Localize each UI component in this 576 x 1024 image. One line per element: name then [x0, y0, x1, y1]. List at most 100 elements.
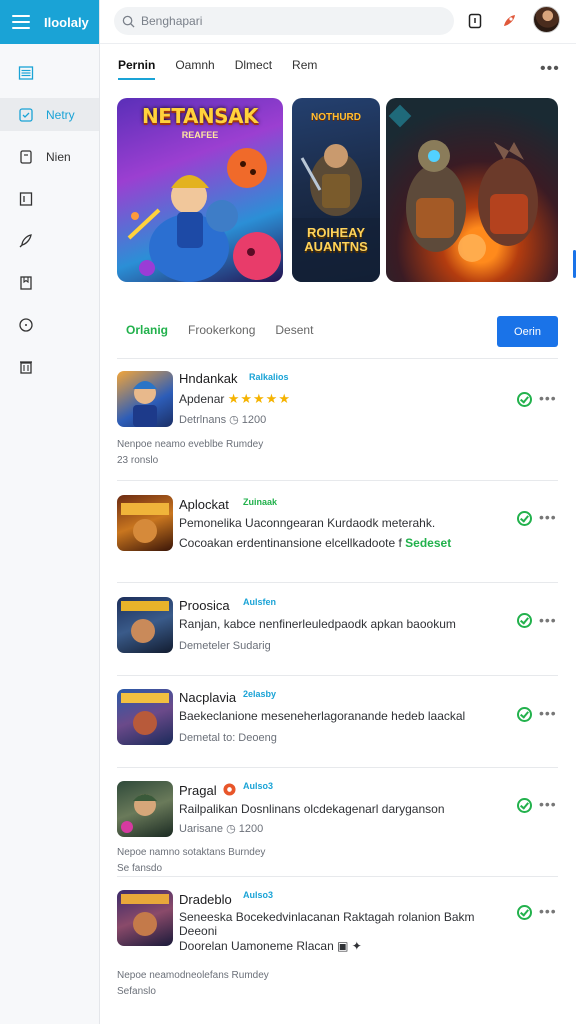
- more-options-icon[interactable]: •••: [539, 796, 557, 812]
- item-title: Nacplavia: [179, 690, 237, 705]
- sidebar-item-bookmark[interactable]: [0, 266, 99, 299]
- app-thumbnail: [117, 495, 173, 551]
- sidebar-item-list[interactable]: [0, 56, 99, 89]
- check-circle-icon[interactable]: [517, 392, 532, 407]
- sidebar-item-rocket[interactable]: [0, 224, 99, 257]
- trash-icon: [20, 360, 32, 374]
- top-bar: Benghapari: [100, 0, 576, 44]
- item-tag: Aulsfen: [243, 597, 277, 607]
- sidebar-item-nien[interactable]: Nien: [0, 140, 99, 173]
- check-circle-icon[interactable]: [517, 905, 532, 920]
- notification-icon[interactable]: [466, 12, 484, 30]
- item-title: Hndankak: [179, 371, 238, 386]
- featured-banner-2[interactable]: NOTHURD ROIHEAY AUANTNS: [292, 98, 380, 282]
- item-line-2: Uarisane ◷ 1200: [179, 823, 264, 835]
- info-box-icon: [19, 191, 33, 206]
- item-title: Proosica: [179, 598, 230, 613]
- sidebar-item-clock[interactable]: [0, 308, 99, 341]
- brand-title: Iloolaly: [44, 14, 89, 30]
- rocket-icon: [19, 233, 32, 247]
- item-title: Aplockat: [179, 497, 229, 512]
- tab-dlmect[interactable]: Dlmect: [235, 58, 272, 80]
- game-art-image: [388, 104, 538, 262]
- tab-rem[interactable]: Rem: [292, 58, 317, 80]
- hamburger-menu-icon[interactable]: [12, 15, 30, 29]
- more-options-icon[interactable]: •••: [539, 705, 557, 721]
- tag-icon: [19, 107, 33, 122]
- divider: [117, 582, 558, 583]
- banner-1-title: NETANSAK: [141, 104, 259, 128]
- divider: [117, 480, 558, 481]
- sidebar: Iloolaly Netry Nien: [0, 0, 100, 1024]
- banner-2-title: NOTHURD: [311, 112, 361, 123]
- list-icon: [18, 65, 34, 80]
- item-note: Nepoe namno sotaktans Burndey Se fansdo: [117, 847, 266, 874]
- document-icon: [20, 149, 32, 164]
- tab-desent[interactable]: Desent: [275, 323, 313, 337]
- search-icon: [122, 15, 135, 28]
- check-circle-icon[interactable]: [517, 613, 532, 628]
- flame-badge-icon: [223, 783, 236, 796]
- item-line-1: Pemonelika Uaconngearan Kurdaodk meterah…: [179, 516, 436, 530]
- rating-stars: ★★★★★: [227, 391, 291, 406]
- bookmark-icon: [20, 275, 32, 290]
- check-circle-icon[interactable]: [517, 798, 532, 813]
- sidebar-item-label: Nien: [46, 149, 71, 164]
- item-tag: Ralkalios: [249, 372, 289, 382]
- item-line-1: Seneeska Bocekedvinlacanan Raktagah rola…: [179, 910, 475, 924]
- app-thumbnail: [117, 781, 173, 837]
- item-tag: Zuinaak: [243, 497, 278, 507]
- sidebar-item-netry[interactable]: Netry: [0, 98, 99, 131]
- more-options-icon[interactable]: •••: [539, 903, 557, 919]
- divider: [117, 767, 558, 768]
- banner-1-subtitle: REAFEE: [181, 130, 219, 140]
- featured-banner-3[interactable]: [386, 98, 558, 282]
- brand-bar: Iloolaly: [0, 0, 99, 44]
- item-line-2: Demeteler Sudarig: [179, 640, 271, 652]
- app-thumbnail: [117, 597, 173, 653]
- item-line-2: Cocoakan erdentinansione elcellkadoote f…: [179, 536, 452, 550]
- app-thumbnail: [117, 689, 173, 745]
- item-title: Pragal: [179, 783, 217, 798]
- item-line-1: Ranjan, kabce nenfinerleuledpaodk apkan …: [179, 617, 456, 631]
- rocket-alert-icon[interactable]: [500, 12, 518, 30]
- search-placeholder: Benghapari: [141, 14, 203, 28]
- check-circle-icon[interactable]: [517, 511, 532, 526]
- item-title: Dradeblo: [179, 892, 232, 907]
- sidebar-item-label: Netry: [46, 107, 75, 122]
- tab-oamnh[interactable]: Oamnh: [175, 58, 214, 80]
- tab-pernin[interactable]: Pernin: [118, 58, 156, 80]
- more-options-icon[interactable]: •••: [539, 390, 557, 406]
- section-tabs: Orlanig Frookerkong Desent: [126, 323, 313, 337]
- divider: [117, 358, 558, 359]
- more-options-icon[interactable]: •••: [539, 509, 557, 525]
- item-line-2: Demetal to: Deoeng: [179, 732, 277, 744]
- item-line-1: Railpalikan Dosnlinans olcdekagenarl dar…: [179, 802, 445, 816]
- item-note: Nepoe neamodneolefans Rumdey Sefanslo: [117, 970, 269, 997]
- item-line-1: Apdenar ★★★★★: [179, 391, 291, 406]
- more-options-icon[interactable]: •••: [539, 612, 557, 628]
- tab-frookerkong[interactable]: Frookerkong: [188, 323, 255, 337]
- item-line-1: Baekeclanione meseneherlagoranande hedeb…: [179, 709, 466, 723]
- open-button[interactable]: Oerin: [497, 316, 558, 347]
- item-line-1b: Deeoni: [179, 924, 218, 938]
- check-circle-icon[interactable]: [517, 707, 532, 722]
- item-tag: Aulso3: [243, 890, 274, 900]
- app-thumbnail: [117, 890, 173, 946]
- game-art-image: [292, 144, 380, 282]
- sidebar-item-trash[interactable]: [0, 350, 99, 383]
- item-note: Nenpoe neamo eveblbe Rumdey 23 ronslo: [117, 439, 264, 466]
- item-line-2: Detrlnans ◷ 1200: [179, 414, 267, 426]
- content-tabs: Pernin Oamnh Dlmect Rem: [118, 58, 317, 80]
- divider: [117, 876, 558, 877]
- tab-orlanig[interactable]: Orlanig: [126, 323, 168, 337]
- more-options-icon[interactable]: •••: [540, 60, 560, 78]
- sidebar-item-info[interactable]: [0, 182, 99, 215]
- item-tag: Aulso3: [243, 781, 274, 791]
- item-line-2: Doorelan Uamoneme Rlacan ▣ ✦: [179, 939, 362, 953]
- featured-banner-1[interactable]: NETANSAK REAFEE: [117, 98, 283, 282]
- banner-2-subtitle: ROIHEAY AUANTNS: [304, 225, 368, 254]
- item-tag: 2elasby: [243, 689, 277, 699]
- search-input[interactable]: Benghapari: [114, 7, 454, 35]
- avatar[interactable]: [533, 6, 560, 33]
